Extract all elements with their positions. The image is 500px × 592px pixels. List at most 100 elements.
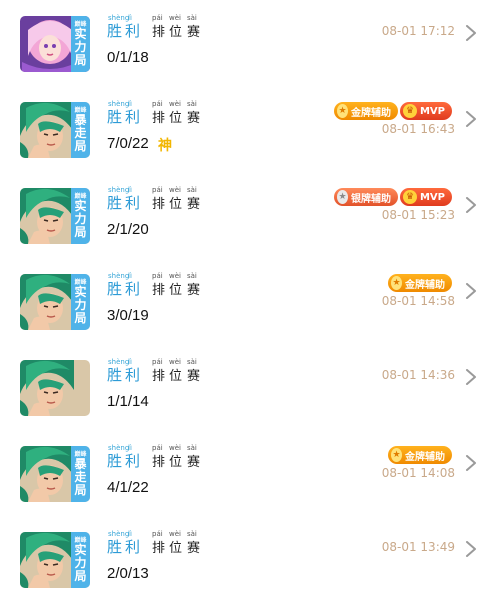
hero-avatar: 巅峰实力局 xyxy=(20,532,90,588)
result-char: 利 xyxy=(125,280,141,298)
result-pinyin: sài xyxy=(187,14,197,22)
result-char: 位 xyxy=(169,369,183,384)
hero-avatar: 巅峰实力局 xyxy=(20,274,90,330)
result-char: 排 xyxy=(152,283,166,298)
chevron-right-icon[interactable] xyxy=(464,541,478,557)
result-pinyin: wèi xyxy=(169,358,181,366)
kda-score: 1/1/14 xyxy=(107,393,149,410)
mode-tag-char: 局 xyxy=(74,482,87,497)
match-history-list: 巅峰实力局 shèng lì pái wèi sài 胜利排位赛 0/1/18 08-01 17… xyxy=(0,0,500,592)
badge-label: MVP xyxy=(419,191,445,203)
hero-avatar: 巅峰实力局 xyxy=(20,16,90,72)
match-row[interactable]: 巅峰实力局 shèng lì pái wèi sài 胜利排位赛 2/1/20 ★ 银牌辅助 ♛ MV… xyxy=(0,172,500,258)
match-row[interactable]: 巅峰实力局 shèng lì pái wèi sài 胜利排位赛 3/0/19 ★ 金牌辅助 08-… xyxy=(0,258,500,344)
result-pinyin: lì xyxy=(128,530,132,538)
result-pinyin: lì xyxy=(128,444,132,452)
mode-tag-char: 实 xyxy=(74,284,87,299)
mode-tag-char: 局 xyxy=(74,52,87,67)
result-char: 利 xyxy=(125,366,141,384)
chevron-right-icon[interactable] xyxy=(464,197,478,213)
result-char: 排 xyxy=(152,455,166,470)
result-pinyin: wèi xyxy=(169,186,181,194)
mode-tag-char: 走 xyxy=(74,125,87,140)
hero-avatar: 巅峰暴走局 xyxy=(20,446,90,502)
result-char: 位 xyxy=(169,455,183,470)
result-pinyin: shèng xyxy=(108,444,130,452)
match-time: 08-01 15:23 xyxy=(381,208,455,222)
result-char: 赛 xyxy=(187,197,201,212)
mode-tag-tiny: 巅峰 xyxy=(74,278,87,286)
match-time: 08-01 14:58 xyxy=(381,294,455,308)
badge-label: 金牌辅助 xyxy=(405,451,445,463)
mode-tag-char: 局 xyxy=(74,138,87,153)
mode-tag-char: 走 xyxy=(74,469,87,484)
result-char: 排 xyxy=(152,369,166,384)
result-pinyin: wèi xyxy=(169,100,181,108)
result-char: 胜 xyxy=(107,22,123,40)
mode-tag-char: 实 xyxy=(74,198,87,213)
mode-tag-tiny: 巅峰 xyxy=(74,20,87,28)
achievement-badges: ★ 金牌辅助 xyxy=(388,274,452,294)
hero-avatar: 巅峰实力局 xyxy=(20,188,90,244)
badge-label: MVP xyxy=(419,105,445,117)
result-char: 赛 xyxy=(187,25,201,40)
result-char: 位 xyxy=(169,541,183,556)
chevron-right-icon[interactable] xyxy=(464,369,478,385)
mode-tag-char: 暴 xyxy=(74,456,87,471)
match-row[interactable]: 巅峰暴走局 shèng lì pái wèi sài 胜利排位赛 4/1/22 ★ 金牌辅助 08-… xyxy=(0,430,500,516)
match-result: shèng lì pái wèi sài 胜利排位赛 xyxy=(107,186,227,214)
kda-score: 0/1/18 xyxy=(107,49,149,66)
mode-tag-char: 力 xyxy=(74,39,87,54)
hero-avatar: 巅峰暴走局 xyxy=(20,102,90,158)
result-char: 位 xyxy=(169,197,183,212)
mode-tag: 巅峰实力局 xyxy=(71,16,90,72)
match-time: 08-01 13:49 xyxy=(381,540,455,554)
match-row[interactable]: 巅峰暴走局 shèng lì pái wèi sài 胜利排位赛 7/0/22 神 ★ 金牌辅助 ♛ M… xyxy=(0,86,500,172)
result-pinyin: sài xyxy=(187,530,197,538)
match-time: 08-01 14:36 xyxy=(381,368,455,382)
kda-score: 2/1/20 xyxy=(107,221,149,238)
result-char: 利 xyxy=(125,452,141,470)
mode-tag-char: 实 xyxy=(74,542,87,557)
result-pinyin: lì xyxy=(128,100,132,108)
star-icon: ★ xyxy=(391,448,402,462)
result-pinyin: sài xyxy=(187,272,197,280)
result-char: 胜 xyxy=(107,280,123,298)
result-char: 位 xyxy=(169,111,183,126)
result-char: 赛 xyxy=(187,111,201,126)
result-pinyin: shèng xyxy=(108,358,130,366)
match-time: 08-01 14:08 xyxy=(381,466,455,480)
chevron-right-icon[interactable] xyxy=(464,111,478,127)
mode-tag-tiny: 巅峰 xyxy=(74,192,87,200)
match-row[interactable]: 巅峰实力局 shèng lì pái wèi sài 胜利排位赛 2/0/13 08-01 13… xyxy=(0,516,500,592)
result-pinyin: shèng xyxy=(108,186,130,194)
result-char: 胜 xyxy=(107,452,123,470)
mode-tag-char: 局 xyxy=(74,224,87,239)
match-result: shèng lì pái wèi sài 胜利排位赛 xyxy=(107,444,227,472)
result-pinyin: wèi xyxy=(169,272,181,280)
chevron-right-icon[interactable] xyxy=(464,455,478,471)
kda-score: 2/0/13 xyxy=(107,565,149,582)
match-row[interactable]: shèng lì pái wèi sài 胜利排位赛 1/1/14 08-01 14:36 xyxy=(0,344,500,430)
chevron-right-icon[interactable] xyxy=(464,283,478,299)
trophy-icon: ♛ xyxy=(403,104,417,118)
result-pinyin: sài xyxy=(187,186,197,194)
badge-label: 金牌辅助 xyxy=(351,107,391,119)
result-char: 排 xyxy=(152,197,166,212)
result-pinyin: pái xyxy=(152,186,163,194)
mode-tag: 巅峰实力局 xyxy=(71,274,90,330)
result-pinyin: lì xyxy=(128,272,132,280)
result-char: 赛 xyxy=(187,283,201,298)
result-pinyin: sài xyxy=(187,100,197,108)
achievement-badges: ★ 银牌辅助 ♛ MVP xyxy=(334,188,452,208)
result-char: 胜 xyxy=(107,194,123,212)
mode-tag-char: 局 xyxy=(74,310,87,325)
gold-badge: ★ 金牌辅助 xyxy=(388,274,452,292)
result-char: 排 xyxy=(152,111,166,126)
trophy-icon: ♛ xyxy=(403,190,417,204)
chevron-right-icon[interactable] xyxy=(464,25,478,41)
result-char: 排 xyxy=(152,25,166,40)
mode-tag-char: 局 xyxy=(74,568,87,583)
match-row[interactable]: 巅峰实力局 shèng lì pái wèi sài 胜利排位赛 0/1/18 08-01 17… xyxy=(0,0,500,86)
match-result: shèng lì pái wèi sài 胜利排位赛 xyxy=(107,100,227,128)
